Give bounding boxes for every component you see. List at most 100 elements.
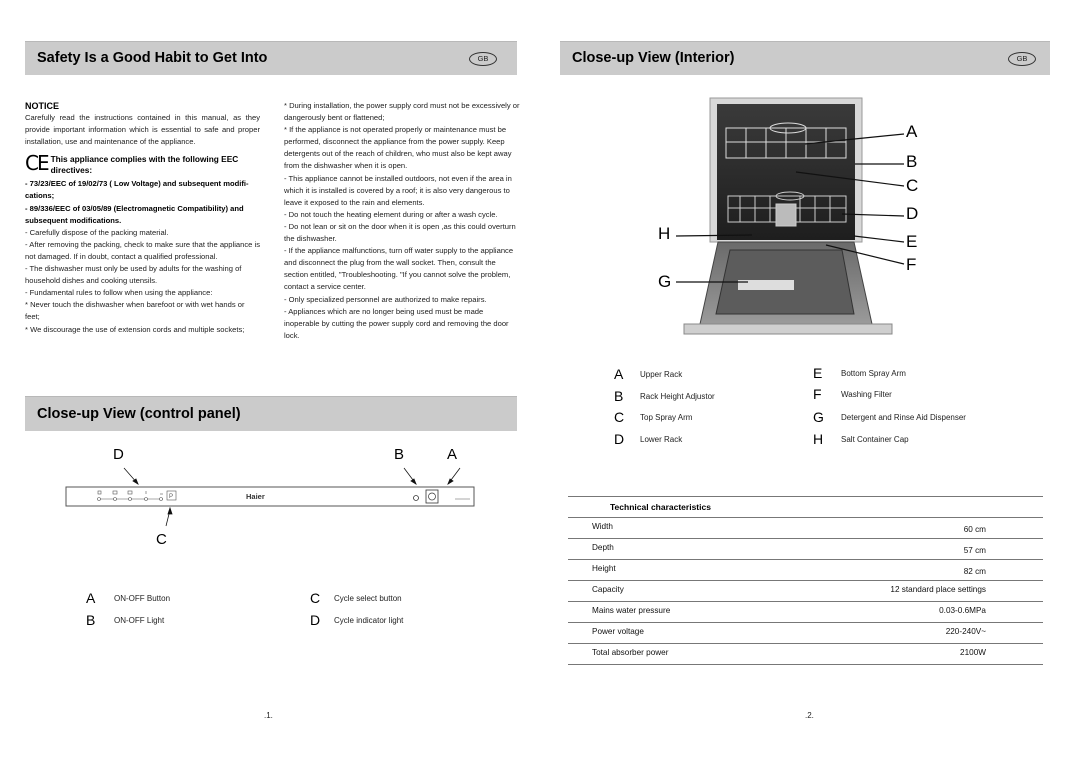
callout-c: C	[906, 176, 919, 195]
legend-item: E Bottom Spray Arm	[813, 365, 906, 381]
spec-key: Height	[592, 564, 616, 573]
legend-letter: D	[310, 612, 321, 628]
legend-letter: H	[813, 431, 824, 447]
legend-label: Bottom Spray Arm	[841, 368, 906, 378]
page2-header: Close-up View (Interior) GB	[560, 41, 1050, 75]
safety-item: * During installation, the power supply …	[284, 101, 520, 123]
on-off-light	[413, 495, 419, 501]
callout-f: F	[906, 255, 917, 274]
legend-label: Upper Rack	[640, 369, 683, 379]
callout-d: D	[906, 204, 919, 223]
table-row: Height 82 cm	[568, 559, 1043, 580]
safety-item: - Carefully dispose of the packing mater…	[25, 227, 169, 237]
callout-e: E	[906, 232, 918, 251]
legend-letter: A	[614, 366, 624, 382]
legend-item: F Washing Filter	[813, 386, 892, 402]
ce-compliance: CE This appliance complies with the foll…	[25, 151, 260, 176]
callout-h: H	[658, 224, 671, 243]
directive-emc: - 89/336/EEC of 03/05/89 (Electromagneti…	[25, 203, 244, 225]
legend-item: D Lower Rack	[614, 431, 682, 447]
table-row: Power voltage 220-240V~	[568, 622, 1043, 643]
technical-characteristics-table: Technical characteristics Width 60 cm De…	[568, 496, 1043, 665]
svg-text:P: P	[169, 494, 173, 500]
safety-item: - After removing the packing, check to m…	[25, 239, 260, 261]
spec-value: 12 standard place settings	[890, 585, 986, 594]
control-panel-header: Close-up View (control panel)	[25, 396, 517, 431]
spec-value: 57 cm	[963, 546, 986, 555]
safety-item: - Only specialized personnel are authori…	[284, 294, 487, 304]
page1-title: Safety Is a Good Habit to Get Into	[37, 50, 268, 66]
legend-item: B ON-OFF Light	[86, 612, 164, 628]
safety-item: * We discourage the use of extension cor…	[25, 324, 245, 334]
safety-right-column: * During installation, the power supply …	[284, 100, 520, 342]
spec-value: 82 cm	[963, 567, 986, 576]
control-panel-diagram: D B A C P Haier	[60, 440, 500, 560]
legend-letter: A	[86, 590, 96, 606]
legend-label: ON-OFF Light	[114, 615, 165, 625]
control-panel-title: Close-up View (control panel)	[37, 406, 241, 422]
control-panel-drawing: P	[65, 467, 475, 527]
gb-language-badge: GB	[1008, 52, 1036, 66]
safety-item: * If the appliance is not operated prope…	[284, 125, 512, 171]
table-row: Depth 57 cm	[568, 538, 1043, 559]
safety-item: - Do not touch the heating element durin…	[284, 209, 498, 219]
directive-low-voltage: - 73/23/EEC of 19/02/73 ( Low Voltage) a…	[25, 179, 249, 201]
table-row: Total absorber power 2100W	[568, 643, 1043, 665]
table-row: Mains water pressure 0.03-0.6MPa	[568, 601, 1043, 622]
spec-key: Power voltage	[592, 627, 644, 636]
table-row: Capacity 12 standard place settings	[568, 580, 1043, 601]
legend-label: Cycle select button	[334, 593, 402, 603]
spec-value: 220-240V~	[945, 627, 986, 636]
legend-item: A ON-OFF Button	[86, 590, 170, 606]
spec-key: Total absorber power	[592, 648, 669, 657]
legend-letter: D	[614, 431, 625, 447]
notice-text: Carefully read the instructions containe…	[25, 113, 260, 147]
spec-value: 0.03-0.6MPa	[939, 606, 986, 615]
legend-item: H Salt Container Cap	[813, 431, 909, 447]
ce-mark-icon: CE	[25, 151, 50, 176]
gb-language-badge: GB	[469, 52, 497, 66]
table-row: Width 60 cm	[568, 517, 1043, 538]
legend-item: D Cycle indicator light	[310, 612, 403, 628]
spec-key: Width	[592, 522, 613, 531]
legend-letter: C	[310, 590, 321, 606]
legend-letter: F	[813, 386, 822, 402]
legend-letter: B	[86, 612, 96, 628]
on-off-button	[425, 489, 439, 504]
legend-label: Top Spray Arm	[640, 412, 693, 422]
safety-item: - Appliances which are no longer being u…	[284, 306, 509, 340]
spec-value: 2100W	[960, 648, 986, 657]
spec-key: Depth	[592, 543, 614, 552]
safety-item: - If the appliance malfunctions, turn of…	[284, 246, 514, 292]
legend-label: Lower Rack	[640, 434, 683, 444]
legend-label: Cycle indicator light	[334, 615, 404, 625]
legend-label: Salt Container Cap	[841, 434, 909, 444]
spec-key: Capacity	[592, 585, 624, 594]
spec-value: 60 cm	[963, 525, 986, 534]
page2-title: Close-up View (Interior)	[572, 50, 735, 66]
brand-logo: Haier	[246, 492, 265, 501]
safety-item: - Do not lean or sit on the door when it…	[284, 221, 516, 244]
safety-item: * Never touch the dishwasher when barefo…	[25, 300, 245, 322]
legend-item: A Upper Rack	[614, 366, 682, 382]
legend-item: G Detergent and Rinse Aid Dispenser	[813, 409, 966, 425]
spec-key: Mains water pressure	[592, 606, 671, 615]
safety-item: - Fundamental rules to follow when using…	[25, 288, 213, 298]
callout-g: G	[658, 272, 672, 291]
panel-strip	[65, 486, 475, 507]
legend-label: ON-OFF Button	[114, 593, 171, 603]
legend-label: Detergent and Rinse Aid Dispenser	[841, 412, 966, 422]
dishwasher-drawing	[675, 97, 905, 335]
legend-label: Washing Filter	[841, 389, 892, 399]
legend-item: C Cycle select button	[310, 590, 402, 606]
callout-b: B	[906, 152, 918, 171]
legend-item: C Top Spray Arm	[614, 409, 692, 425]
table-title: Technical characteristics	[610, 502, 711, 512]
dishwasher-interior-image: A B C D E F G H	[640, 92, 940, 337]
safety-item: - This appliance cannot be installed out…	[284, 173, 512, 207]
page-number-2: .2.	[805, 711, 814, 720]
page1-header: Safety Is a Good Habit to Get Into GB	[25, 41, 517, 75]
page-number-1: .1.	[264, 711, 273, 720]
legend-letter: G	[813, 409, 824, 425]
legend-item: B Rack Height Adjustor	[614, 388, 715, 404]
